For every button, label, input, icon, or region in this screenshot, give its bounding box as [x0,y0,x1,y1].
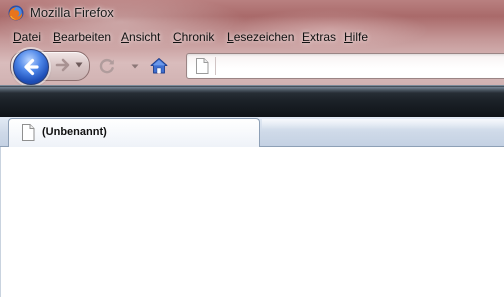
menu-hilfe[interactable]: Hilfe [344,30,368,44]
navigation-toolbar [0,48,504,85]
menu-bearbeiten-rest: earbeiten [61,30,112,44]
menu-lesezeichen-accesskey: L [227,30,234,44]
url-bar[interactable] [186,53,504,79]
forward-button[interactable] [52,54,74,76]
menu-chronik-rest: hronik [181,30,215,44]
menu-extras[interactable]: Extras [302,30,336,44]
blank-page-icon [22,124,35,141]
tab-strip: (Unbenannt) [0,117,504,147]
firefox-logo-icon[interactable] [8,5,24,21]
menu-ansicht[interactable]: Ansicht [121,30,160,44]
reload-button[interactable] [98,57,116,75]
menu-ansicht-rest: nsicht [129,30,161,44]
home-button[interactable] [149,56,169,76]
page-content-area[interactable] [0,147,504,297]
menu-bearbeiten-accesskey: B [53,30,62,44]
title-bar[interactable]: Mozilla Firefox [0,0,504,26]
url-input[interactable] [221,57,501,75]
tab-unbenannt[interactable]: (Unbenannt) [8,118,260,147]
tab-strip-glow [262,119,504,129]
menu-bar: Datei Bearbeiten Ansicht Chronik Lesezei… [0,28,504,46]
bookmarks-toolbar-sheen [0,87,504,93]
menu-hilfe-rest: ilfe [352,30,369,44]
url-bar-divider [215,57,216,75]
menu-lesezeichen-rest: esezeichen [233,30,295,44]
browser-window: Mozilla Firefox Datei Bearbeiten Ansicht… [0,0,504,297]
menu-chronik-accesskey: C [173,30,182,44]
menu-chronik[interactable]: Chronik [173,30,214,44]
tab-label: (Unbenannt) [42,126,107,138]
back-button[interactable] [13,49,49,85]
menu-hilfe-accesskey: H [344,30,353,44]
menu-bearbeiten[interactable]: Bearbeiten [53,30,111,44]
menu-datei[interactable]: Datei [13,30,41,44]
bookmarks-toolbar [0,85,504,119]
menu-datei-accesskey: D [13,30,22,44]
window-title: Mozilla Firefox [30,5,114,20]
reload-dropdown-button[interactable] [131,64,139,69]
forward-arrow-icon [55,58,70,72]
blank-page-icon[interactable] [195,58,209,74]
back-arrow-icon [24,58,39,76]
menu-datei-rest: atei [21,30,42,44]
menu-extras-rest: xtras [310,30,337,44]
menu-lesezeichen[interactable]: Lesezeichen [227,30,294,44]
history-dropdown-button[interactable] [75,62,83,68]
menu-ansicht-accesskey: A [121,30,130,44]
menu-extras-accesskey: E [302,30,311,44]
